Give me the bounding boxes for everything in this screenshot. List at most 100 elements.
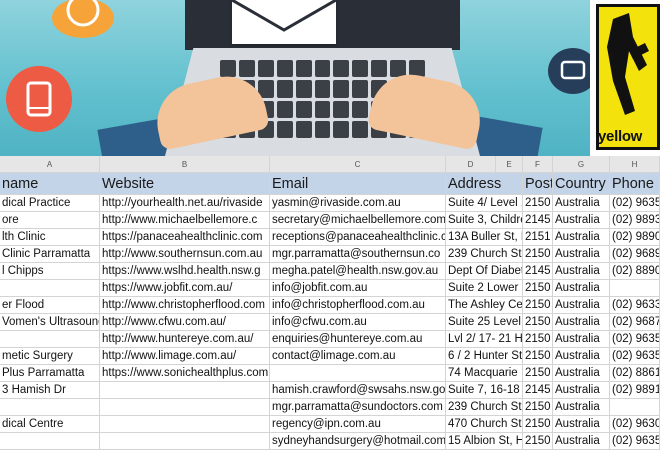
table-cell[interactable]: 2145 — [523, 212, 553, 229]
table-cell[interactable]: http://yourhealth.net.au/rivaside — [100, 195, 270, 212]
table-cell[interactable]: (02) 9635 — [610, 331, 660, 348]
table-cell[interactable]: 2150 — [523, 348, 553, 365]
column-letter[interactable]: D — [446, 156, 496, 173]
table-cell[interactable]: http://www.michaelbellemore.c — [100, 212, 270, 229]
table-cell[interactable]: regency@ipn.com.au — [270, 416, 446, 433]
table-cell[interactable]: 239 Church St, — [446, 246, 523, 263]
table-cell[interactable]: Clinic Parramatta — [0, 246, 100, 263]
table-cell[interactable]: Australia — [553, 297, 610, 314]
header-cell[interactable]: Address — [446, 173, 523, 195]
table-cell[interactable]: Dept Of Diabet — [446, 263, 523, 280]
header-cell[interactable]: Phone — [610, 173, 660, 195]
table-cell[interactable]: Australia — [553, 416, 610, 433]
table-cell[interactable] — [100, 433, 270, 450]
table-cell[interactable]: 2150 — [523, 433, 553, 450]
header-cell[interactable]: Post — [523, 173, 553, 195]
table-cell[interactable]: Australia — [553, 433, 610, 450]
table-cell[interactable]: https://panaceahealthclinic.com — [100, 229, 270, 246]
table-cell[interactable]: megha.patel@health.nsw.gov.au — [270, 263, 446, 280]
table-cell[interactable]: ore — [0, 212, 100, 229]
table-cell[interactable]: secretary@michaelbellemore.com — [270, 212, 446, 229]
table-cell[interactable]: 74 Macquarie — [446, 365, 523, 382]
table-cell[interactable]: lth Clinic — [0, 229, 100, 246]
table-cell[interactable]: 2151 — [523, 229, 553, 246]
table-cell[interactable]: (02) 8890 — [610, 263, 660, 280]
table-cell[interactable]: Australia — [553, 382, 610, 399]
table-cell[interactable]: 2150 — [523, 297, 553, 314]
table-cell[interactable]: (02) 8861 — [610, 365, 660, 382]
table-cell[interactable]: Suite 25 Level — [446, 314, 523, 331]
table-cell[interactable]: 2150 — [523, 246, 553, 263]
table-cell[interactable]: 15 Albion St, H — [446, 433, 523, 450]
table-cell[interactable]: info@cfwu.com.au — [270, 314, 446, 331]
table-cell[interactable]: Australia — [553, 365, 610, 382]
header-cell[interactable]: Country — [553, 173, 610, 195]
table-cell[interactable]: (02) 9689 — [610, 246, 660, 263]
table-cell[interactable]: contact@limage.com.au — [270, 348, 446, 365]
table-cell[interactable]: http://www.christopherflood.com — [100, 297, 270, 314]
table-cell[interactable]: hamish.crawford@swsahs.nsw.go — [270, 382, 446, 399]
table-cell[interactable]: Australia — [553, 246, 610, 263]
table-cell[interactable]: (02) 9630 — [610, 416, 660, 433]
column-letter[interactable]: B — [100, 156, 270, 173]
table-cell[interactable]: (02) 9891 — [610, 382, 660, 399]
table-cell[interactable]: Suite 7, 16-18 — [446, 382, 523, 399]
table-cell[interactable] — [610, 280, 660, 297]
table-cell[interactable]: info@jobfit.com.au — [270, 280, 446, 297]
table-cell[interactable]: dical Centre — [0, 416, 100, 433]
table-cell[interactable] — [100, 416, 270, 433]
table-cell[interactable]: 470 Church St, — [446, 416, 523, 433]
table-cell[interactable]: 2150 — [523, 195, 553, 212]
table-cell[interactable]: https://www.jobfit.com.au/ — [100, 280, 270, 297]
column-letter[interactable]: C — [270, 156, 446, 173]
table-cell[interactable] — [0, 280, 100, 297]
column-letter[interactable]: F — [523, 156, 553, 173]
table-cell[interactable] — [270, 365, 446, 382]
table-cell[interactable]: enquiries@huntereye.com.au — [270, 331, 446, 348]
table-cell[interactable]: Australia — [553, 314, 610, 331]
column-letter[interactable]: E — [496, 156, 523, 173]
table-cell[interactable]: er Flood — [0, 297, 100, 314]
table-cell[interactable] — [100, 382, 270, 399]
column-letter[interactable]: H — [610, 156, 660, 173]
table-cell[interactable]: Australia — [553, 263, 610, 280]
table-cell[interactable]: 239 Church St, — [446, 399, 523, 416]
table-cell[interactable]: yasmin@rivaside.com.au — [270, 195, 446, 212]
table-cell[interactable]: dical Practice — [0, 195, 100, 212]
column-letter[interactable]: A — [0, 156, 100, 173]
table-cell[interactable]: mgr.parramatta@sundoctors.com — [270, 399, 446, 416]
table-cell[interactable]: Lvl 2/ 17- 21 H — [446, 331, 523, 348]
table-cell[interactable]: http://www.cfwu.com.au/ — [100, 314, 270, 331]
table-cell[interactable]: Australia — [553, 399, 610, 416]
table-cell[interactable]: Australia — [553, 331, 610, 348]
table-cell[interactable]: (02) 9687 — [610, 314, 660, 331]
table-cell[interactable]: Vomen's Ultrasound — [0, 314, 100, 331]
table-cell[interactable]: 2150 — [523, 365, 553, 382]
table-cell[interactable]: (02) 9635 — [610, 195, 660, 212]
table-cell[interactable]: Suite 4/ Level 1 — [446, 195, 523, 212]
table-cell[interactable]: 2150 — [523, 314, 553, 331]
table-cell[interactable]: (02) 9635 — [610, 348, 660, 365]
table-cell[interactable]: sydneyhandsurgery@hotmail.com — [270, 433, 446, 450]
table-cell[interactable]: Australia — [553, 348, 610, 365]
table-cell[interactable]: info@christopherflood.com.au — [270, 297, 446, 314]
table-cell[interactable]: Australia — [553, 280, 610, 297]
table-cell[interactable]: 13A Buller St, P — [446, 229, 523, 246]
table-cell[interactable]: 2150 — [523, 416, 553, 433]
table-cell[interactable]: http://www.huntereye.com.au/ — [100, 331, 270, 348]
table-cell[interactable] — [610, 399, 660, 416]
table-cell[interactable]: 6 / 2 Hunter St — [446, 348, 523, 365]
table-cell[interactable]: Australia — [553, 195, 610, 212]
table-cell[interactable]: Suite 3, Childre — [446, 212, 523, 229]
table-cell[interactable]: 2145 — [523, 382, 553, 399]
table-cell[interactable]: (02) 9890 — [610, 229, 660, 246]
table-cell[interactable]: mgr.parramatta@southernsun.co — [270, 246, 446, 263]
table-cell[interactable]: https://www.wslhd.health.nsw.g — [100, 263, 270, 280]
table-cell[interactable]: 3 Hamish Dr — [0, 382, 100, 399]
table-cell[interactable]: 2150 — [523, 331, 553, 348]
table-cell[interactable]: https://www.sonichealthplus.com.au/ — [100, 365, 270, 382]
table-cell[interactable] — [0, 433, 100, 450]
table-cell[interactable]: http://www.limage.com.au/ — [100, 348, 270, 365]
table-cell[interactable]: (02) 9893 — [610, 212, 660, 229]
header-cell[interactable]: Email — [270, 173, 446, 195]
